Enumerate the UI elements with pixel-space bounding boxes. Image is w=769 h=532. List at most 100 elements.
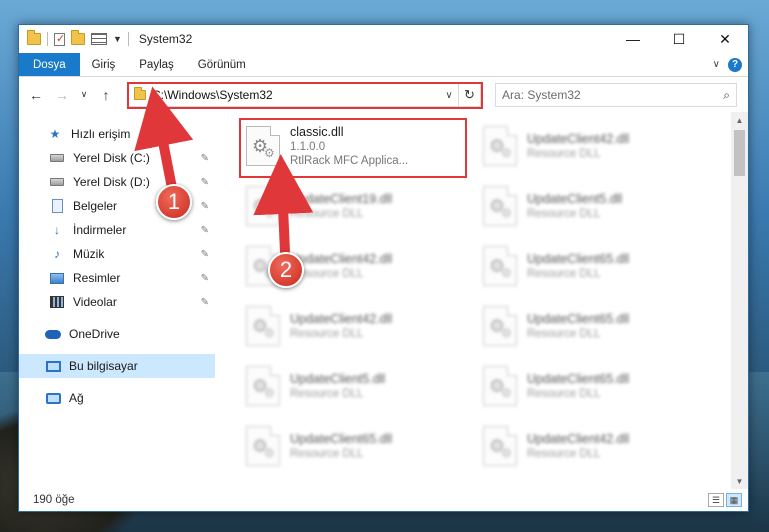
search-input[interactable] [502,88,724,102]
sidebar-item-label: OneDrive [69,327,120,341]
close-button[interactable]: ✕ [702,25,748,53]
content-area: ★ Hızlı erişim Yerel Disk (C:) ✎ Yerel D… [19,112,748,490]
scroll-up-arrow-icon[interactable]: ▲ [731,112,748,129]
file-type: Resource DLL [527,328,601,340]
tab-view[interactable]: Görünüm [186,53,258,76]
view-toggles: ☰ ▦ [708,493,748,507]
sidebar-item-videos[interactable]: Videolar ✎ [19,290,215,314]
up-button[interactable]: ↑ [95,84,117,106]
scrollbar-thumb[interactable] [734,130,745,176]
file-name: UpdateClient65.dll [527,252,630,266]
file-version: 1.1.0.0 [290,141,326,153]
file-item[interactable]: ⚙ ⚙ UpdateClient65.dll Resource DLL [477,236,707,296]
pin-icon[interactable]: ✎ [201,273,209,284]
help-icon[interactable]: ? [728,57,742,72]
minimize-button[interactable]: — [610,25,656,53]
ribbon-tabs: Dosya Giriş Paylaş Görünüm ∨ ? [19,53,748,77]
expand-ribbon-chevron-icon[interactable]: ∨ [713,59,720,70]
network-icon [45,391,61,405]
onedrive-icon [45,327,61,341]
file-item[interactable]: ⚙ ⚙ UpdateClient65.dll Resource DLL [240,416,470,476]
tiles-view-icon[interactable]: ▦ [726,493,742,507]
sidebar-item-label: Hızlı erişim [71,127,131,141]
dll-file-icon: ⚙⚙ [483,306,517,346]
pin-icon[interactable]: ✎ [201,297,209,308]
sidebar-item-network[interactable]: Ağ [19,386,215,410]
file-item[interactable]: ⚙ ⚙ UpdateClient5.dll Resource DLL [240,356,470,416]
view-details-icon[interactable] [91,33,107,45]
sidebar-item-onedrive[interactable]: OneDrive [19,322,215,346]
recent-locations-button[interactable]: ∨ [77,84,91,106]
dll-file-icon: ⚙⚙ [483,186,517,226]
title-bar: ▼ System32 — ☐ ✕ [19,25,748,53]
file-name: UpdateClient42.dll [290,252,393,266]
file-explorer-window: ▼ System32 — ☐ ✕ Dosya Giriş Paylaş Görü… [18,24,749,512]
refresh-button[interactable]: ↻ [458,84,480,106]
vertical-scrollbar[interactable]: ▲ ▼ [731,112,748,490]
tab-share[interactable]: Paylaş [127,53,186,76]
properties-icon[interactable] [54,32,65,46]
sidebar-item-quick-access[interactable]: ★ Hızlı erişim [19,122,215,146]
file-item[interactable]: ⚙ ⚙ UpdateClient5.dll Resource DLL [477,176,707,236]
file-item[interactable]: ⚙ ⚙ UpdateClient19.dll Resource DLL [240,176,470,236]
file-item[interactable]: ⚙⚙ UpdateClient42.dll Resource DLL [477,416,707,476]
sidebar-item-downloads[interactable]: ↓ İndirmeler ✎ [19,218,215,242]
sidebar-item-label: Videolar [73,295,117,309]
search-icon[interactable]: ⌕ [723,88,730,103]
sidebar-item-local-disk-c[interactable]: Yerel Disk (C:) ✎ [19,146,215,170]
pin-icon[interactable]: ✎ [201,153,209,164]
file-name: classic.dll [290,125,344,139]
tab-file[interactable]: Dosya [19,53,80,76]
sidebar-item-pictures[interactable]: Resimler ✎ [19,266,215,290]
file-item[interactable]: ⚙⚙ UpdateClient42.dll Resource DLL [477,116,707,176]
file-name: UpdateClient65.dll [290,432,393,446]
new-folder-icon[interactable] [71,30,85,45]
file-name: UpdateClient42.dll [290,312,393,326]
file-item[interactable]: ⚙ ⚙ UpdateClient65.dll Resource DLL [477,296,707,356]
address-path[interactable]: C:\Windows\System32 [152,88,440,102]
pin-icon[interactable]: ✎ [201,225,209,236]
sidebar-item-label: Belgeler [73,199,118,213]
navigation-bar: ← → ∨ ↑ C:\Windows\System32 ∨ ↻ ⌕ [19,77,748,112]
navigation-pane: ★ Hızlı erişim Yerel Disk (C:) ✎ Yerel D… [19,112,215,490]
file-type: Resource DLL [290,388,364,400]
maximize-button[interactable]: ☐ [656,25,702,53]
file-name: UpdateClient5.dll [290,372,386,386]
scroll-down-arrow-icon[interactable]: ▼ [731,473,748,490]
pin-icon[interactable]: ✎ [201,249,209,260]
pictures-icon [49,271,65,285]
details-view-icon[interactable]: ☰ [708,493,724,507]
address-bar[interactable]: C:\Windows\System32 ∨ ↻ [127,83,481,107]
file-type: Resource DLL [290,268,364,280]
window-title: System32 [138,32,193,46]
customize-toolbar-arrow-icon[interactable]: ▼ [113,34,122,44]
sidebar-item-this-pc[interactable]: Bu bilgisayar [19,354,215,378]
sidebar-item-label: Ağ [69,391,84,405]
dll-file-icon: ⚙⚙ [246,366,280,406]
file-item[interactable]: ⚙ ⚙ UpdateClient65.dll Resource DLL [477,356,707,416]
dll-file-icon: ⚙⚙ [246,426,280,466]
file-name: UpdateClient65.dll [527,312,630,326]
file-type: Resource DLL [527,208,601,220]
file-name: UpdateClient5.dll [527,192,623,206]
search-box[interactable]: ⌕ [495,83,737,107]
dll-file-icon: ⚙⚙ [246,306,280,346]
dll-file-icon: ⚙⚙ [483,426,517,466]
file-name: UpdateClient19.dll [290,192,393,206]
file-item[interactable]: ⚙⚙ UpdateClient42.dll Resource DLL [240,296,470,356]
computer-icon [45,359,61,373]
disk-icon [49,151,65,165]
sidebar-item-label: Bu bilgisayar [69,359,138,373]
sidebar-item-music[interactable]: ♪ Müzik ✎ [19,242,215,266]
file-type: Resource DLL [527,448,601,460]
file-item-classic-dll[interactable]: ⚙ ⚙ classic.dll 1.1.0.0 RtlRack MFC Appli… [240,116,470,176]
back-button[interactable]: ← [25,84,47,106]
address-dropdown-chevron-icon[interactable]: ∨ [440,90,458,101]
ribbon-right: ∨ ? [713,53,748,76]
forward-button[interactable]: → [51,84,73,106]
pin-icon[interactable]: ✎ [201,201,209,212]
pin-icon[interactable]: ✎ [201,177,209,188]
dll-file-icon: ⚙⚙ [483,246,517,286]
tab-home[interactable]: Giriş [80,53,128,76]
